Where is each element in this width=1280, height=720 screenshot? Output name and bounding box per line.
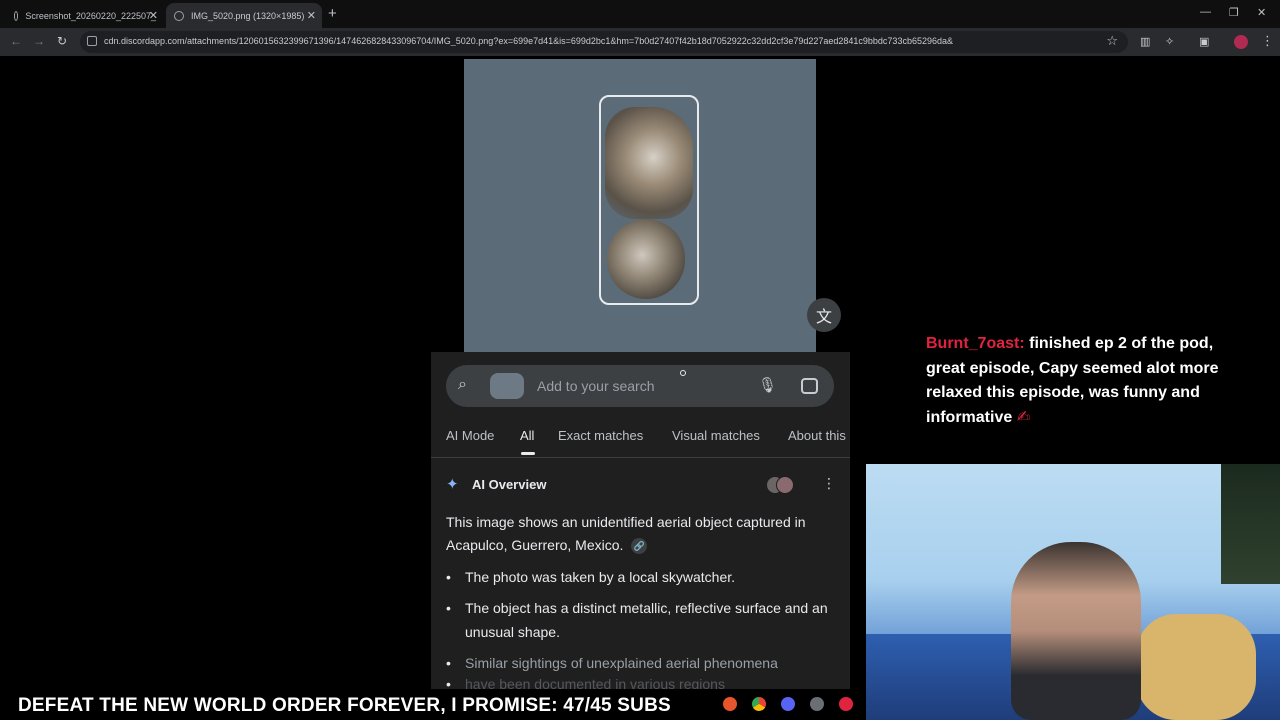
crop-selection-frame[interactable] bbox=[599, 95, 699, 305]
back-icon[interactable]: ← bbox=[10, 34, 22, 48]
window-close-icon[interactable]: ✕ bbox=[1257, 6, 1266, 19]
sparkle-icon: ✦ bbox=[446, 476, 459, 493]
result-tabs: AI Mode All Exact matches Visual matches… bbox=[431, 419, 850, 458]
tab-all[interactable]: All bbox=[520, 428, 534, 443]
browser-tab[interactable]: Screenshot_20260220_222507_ ✕ bbox=[6, 3, 164, 28]
site-info-icon[interactable] bbox=[87, 36, 97, 46]
tab-visual-matches[interactable]: Visual matches bbox=[672, 428, 760, 443]
restore-icon[interactable]: ❐ bbox=[1229, 6, 1239, 19]
webcam-feed bbox=[866, 464, 1280, 720]
settings-icon[interactable] bbox=[810, 697, 824, 711]
blanket bbox=[1136, 614, 1256, 720]
source-avatars[interactable] bbox=[766, 476, 796, 494]
emoji-icon: ✍ bbox=[1016, 408, 1031, 426]
summary-text: This image shows an unidentified aerial … bbox=[446, 514, 806, 553]
ticker-text: DEFEAT THE NEW WORLD ORDER FOREVER, I PR… bbox=[18, 695, 671, 716]
list-item: The photo was taken by a local skywatche… bbox=[446, 565, 836, 589]
ai-overview-title: AI Overview bbox=[472, 477, 547, 492]
tab-title: IMG_5020.png (1320×1985) bbox=[191, 10, 305, 21]
browser-menu-icon[interactable]: ⋮ bbox=[1261, 33, 1274, 49]
ai-overview-bullets: The photo was taken by a local skywatche… bbox=[446, 565, 836, 699]
active-tab-indicator bbox=[521, 452, 535, 455]
chat-message: Burnt_7oast: finished ep 2 of the pod, g… bbox=[926, 332, 1256, 430]
search-icon[interactable]: ⌕ bbox=[458, 376, 467, 394]
tab-exact-matches[interactable]: Exact matches bbox=[558, 428, 643, 443]
url-text: cdn.discordapp.com/attachments/120601563… bbox=[104, 36, 953, 46]
streamer bbox=[1011, 542, 1141, 720]
discord-icon[interactable] bbox=[781, 697, 795, 711]
mouse-cursor bbox=[680, 370, 686, 376]
ai-overview-header: ✦ AI Overview ⋮ bbox=[446, 475, 836, 495]
image-thumbnail bbox=[490, 373, 524, 399]
extensions-icon[interactable]: ✧ bbox=[1165, 35, 1174, 48]
lens-search-bar[interactable]: ⌕ Add to your search 🎙 bbox=[446, 365, 834, 407]
profile-avatar[interactable] bbox=[1234, 35, 1248, 49]
bookmark-star-icon[interactable]: ☆ bbox=[1106, 33, 1118, 49]
lens-results-panel: 文 ⌕ Add to your search 🎙 AI Mode All Exa… bbox=[431, 59, 850, 699]
new-tab-icon[interactable]: + bbox=[328, 5, 337, 22]
close-tab-icon[interactable]: ✕ bbox=[307, 9, 316, 22]
browser-toolbar: ← → ↻ cdn.discordapp.com/attachments/120… bbox=[0, 28, 1280, 56]
side-panel-icon[interactable]: ▣ bbox=[1199, 35, 1209, 48]
list-item: The object has a distinct metallic, refl… bbox=[446, 596, 836, 644]
browser-tab-active[interactable]: IMG_5020.png (1320×1985) ✕ bbox=[166, 3, 322, 28]
chrome-icon[interactable] bbox=[752, 697, 766, 711]
globe-icon bbox=[174, 10, 184, 21]
lens-icon[interactable] bbox=[801, 378, 818, 394]
reload-icon[interactable]: ↻ bbox=[57, 34, 67, 48]
microphone-icon[interactable]: 🎙 bbox=[758, 376, 777, 394]
minimize-icon[interactable]: — bbox=[1200, 6, 1211, 18]
globe-icon bbox=[14, 10, 19, 21]
more-options-icon[interactable]: ⋮ bbox=[822, 475, 836, 492]
background-plant bbox=[1221, 464, 1280, 584]
tab-about-this[interactable]: About this bbox=[788, 428, 846, 443]
link-icon[interactable]: 🔗 bbox=[631, 538, 648, 555]
search-input[interactable]: Add to your search bbox=[537, 378, 655, 394]
translate-icon[interactable]: 文 bbox=[807, 298, 841, 332]
tab-strip: Screenshot_20260220_222507_ ✕ IMG_5020.p… bbox=[0, 0, 1280, 28]
close-tab-icon[interactable]: ✕ bbox=[149, 9, 158, 22]
chat-username: Burnt_7oast: bbox=[926, 335, 1025, 352]
forward-icon[interactable]: → bbox=[33, 34, 45, 48]
tab-title: Screenshot_20260220_222507_ bbox=[25, 10, 156, 21]
record-icon[interactable] bbox=[839, 697, 853, 711]
reading-list-icon[interactable]: ▥ bbox=[1140, 35, 1150, 48]
ai-overview-summary: This image shows an unidentified aerial … bbox=[446, 511, 836, 557]
tab-ai-mode[interactable]: AI Mode bbox=[446, 428, 494, 443]
image-preview: 文 bbox=[431, 59, 850, 352]
address-bar[interactable]: cdn.discordapp.com/attachments/120601563… bbox=[80, 31, 1128, 53]
firefox-icon[interactable] bbox=[723, 697, 737, 711]
